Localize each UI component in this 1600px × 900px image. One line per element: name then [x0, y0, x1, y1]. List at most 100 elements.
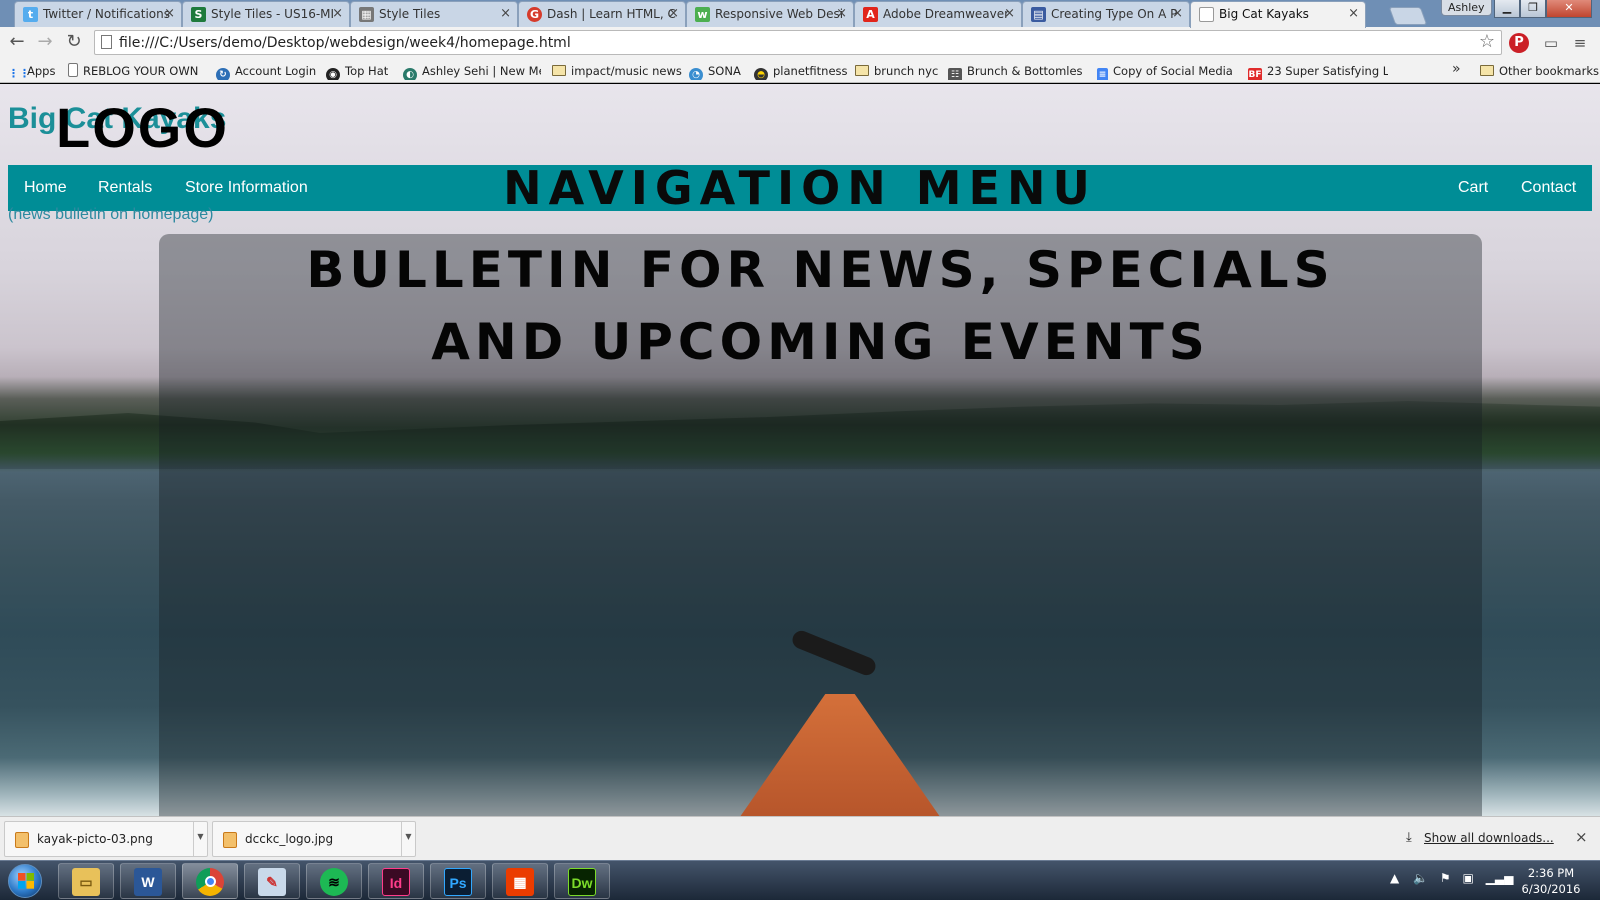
pinterest-icon[interactable]: P [1509, 33, 1529, 53]
new-tab-button[interactable] [1388, 7, 1428, 25]
address-bar[interactable]: ☆ [94, 30, 1502, 55]
taskbar-word[interactable]: W [120, 863, 176, 899]
close-icon[interactable]: × [1348, 2, 1359, 26]
taskbar-spotify[interactable]: ≋ [306, 863, 362, 899]
system-tray: ▲ 🔈 ⚑ ▣ ▁▃▅ [1390, 871, 1513, 885]
tab-twitter[interactable]: t Twitter / Notifications × [14, 1, 182, 27]
download-icon: ⤓ [1406, 830, 1412, 845]
tab-label: Responsive Web Desi [715, 7, 844, 21]
close-icon[interactable]: × [500, 2, 511, 26]
folder-icon [855, 65, 869, 76]
nav-contact[interactable]: Contact [1521, 165, 1576, 211]
address-input[interactable] [119, 32, 1449, 53]
close-icon[interactable]: × [836, 2, 847, 26]
type-icon: ▤ [1031, 7, 1046, 22]
bookmark-reblog[interactable]: REBLOG YOUR OWN [68, 62, 206, 80]
image-file-icon [15, 832, 29, 848]
start-button[interactable] [8, 864, 42, 898]
close-icon[interactable]: × [332, 2, 343, 26]
tab-style-tiles-us16[interactable]: S Style Tiles - US16-MI × [182, 1, 350, 27]
close-icon[interactable]: × [164, 2, 175, 26]
show-all-downloads-link[interactable]: ⤓ Show all downloads... [1406, 830, 1554, 845]
chrome-icon [196, 868, 224, 896]
tab-style-tiles[interactable]: ▦ Style Tiles × [350, 1, 518, 27]
login-icon: ↻ [216, 68, 230, 80]
taskbar-explorer[interactable]: ▭ [58, 863, 114, 899]
volume-icon[interactable]: 🔈 [1413, 871, 1428, 885]
tophat-icon: ◉ [326, 68, 340, 80]
page-icon [1199, 7, 1214, 22]
bookmark-top-hat[interactable]: ◉ Top Hat [326, 62, 388, 80]
tab-creating-type[interactable]: ▤ Creating Type On A P × [1022, 1, 1190, 27]
taskbar-photoshop[interactable]: Ps [430, 863, 486, 899]
folder-icon [552, 65, 566, 76]
download-item[interactable]: kayak-picto-03.png ▼ [4, 821, 208, 857]
navigation-bar: NAVIGATION MENU Home Rentals Store Infor… [8, 161, 1592, 215]
close-icon[interactable]: × [1172, 2, 1183, 26]
nav-home[interactable]: Home [24, 165, 67, 211]
grid-icon: ▦ [359, 7, 374, 22]
tab-big-cat-kayaks[interactable]: Big Cat Kayaks × [1190, 1, 1366, 28]
taskbar-indesign[interactable]: Id [368, 863, 424, 899]
chevron-down-icon[interactable]: ▼ [193, 822, 207, 856]
tab-responsive[interactable]: w Responsive Web Desi × [686, 1, 854, 27]
taskbar-clock[interactable]: 2:36 PM 6/30/2016 [1512, 865, 1590, 897]
close-icon[interactable]: × [1575, 828, 1588, 846]
cast-icon[interactable]: ▭ [1540, 32, 1562, 54]
bookmark-account-login[interactable]: ↻ Account Login [216, 62, 316, 80]
image-file-icon [223, 832, 237, 848]
download-item[interactable]: dcckc_logo.jpg ▼ [212, 821, 416, 857]
network-signal-icon[interactable]: ▁▃▅ [1486, 871, 1514, 885]
menu-icon[interactable]: ≡ [1569, 32, 1591, 54]
bulletin-heading: BULLETIN FOR NEWS, SPECIALS AND UPCOMING… [159, 234, 1482, 378]
dreamweaver-icon: Dw [568, 868, 596, 896]
tab-label: Style Tiles [379, 7, 441, 21]
bookmark-impact-music[interactable]: impact/music news [552, 62, 682, 80]
bookmark-star-icon[interactable]: ☆ [1479, 31, 1495, 53]
taskbar-paint[interactable]: ✎ [244, 863, 300, 899]
word-icon: W [134, 868, 162, 896]
tray-expand-icon[interactable]: ▲ [1390, 871, 1399, 885]
nav-rentals[interactable]: Rentals [98, 165, 152, 211]
bookmark-other[interactable]: Other bookmarks [1480, 62, 1599, 80]
more-bookmarks-chevron[interactable]: » [1452, 61, 1461, 77]
nav-store-information[interactable]: Store Information [185, 165, 308, 211]
taskbar-office[interactable]: ▦ [492, 863, 548, 899]
close-icon[interactable]: × [668, 2, 679, 26]
download-filename: kayak-picto-03.png [37, 832, 153, 846]
bookmark-copy-social[interactable]: ≡ Copy of Social Media [1097, 62, 1235, 80]
device-icon[interactable]: ▣ [1462, 871, 1473, 885]
bookmark-ashley-sehi[interactable]: ◐ Ashley Sehi | New Me [403, 62, 541, 80]
download-filename: dcckc_logo.jpg [245, 832, 334, 846]
tab-dash[interactable]: G Dash | Learn HTML, C × [518, 1, 686, 27]
close-window-button[interactable]: ✕ [1546, 0, 1592, 18]
globe-icon: ◐ [403, 68, 417, 80]
bookmark-23-super[interactable]: BF 23 Super Satisfying Lo [1248, 62, 1388, 80]
bookmark-sona[interactable]: ◔ SONA [689, 62, 741, 80]
minimize-button[interactable]: ▁ [1494, 0, 1520, 18]
reload-icon[interactable]: ↻ [62, 31, 86, 55]
profile-button[interactable]: Ashley [1441, 0, 1492, 16]
taskbar-chrome[interactable] [182, 863, 238, 899]
paint-icon: ✎ [258, 868, 286, 896]
tab-label: Creating Type On A P [1051, 7, 1178, 21]
back-icon[interactable]: ← [5, 31, 29, 55]
flag-icon[interactable]: ⚑ [1440, 871, 1451, 885]
bulletin-line-2: AND UPCOMING EVENTS [431, 313, 1210, 371]
nav-cart[interactable]: Cart [1458, 165, 1488, 211]
bookmark-apps[interactable]: ⋮⋮Apps [8, 62, 55, 80]
folder-icon: ▭ [72, 868, 100, 896]
forward-icon[interactable]: → [33, 31, 57, 55]
doc-icon: ≡ [1097, 68, 1108, 80]
bookmark-brunch-bottomless[interactable]: ☷ Brunch & Bottomless [948, 62, 1082, 80]
chevron-down-icon[interactable]: ▼ [401, 822, 415, 856]
restore-button[interactable]: ❐ [1520, 0, 1546, 18]
close-icon[interactable]: × [1004, 2, 1015, 26]
taskbar-dreamweaver[interactable]: Dw [554, 863, 610, 899]
logo-placeholder: LOGO [56, 96, 229, 159]
bookmark-brunch-nyc[interactable]: brunch nyc [855, 62, 938, 80]
download-shelf: kayak-picto-03.png ▼ dcckc_logo.jpg ▼ ⤓ … [0, 816, 1600, 860]
rwd-icon: w [695, 7, 710, 22]
tab-dreamweaver[interactable]: A Adobe Dreamweaver × [854, 1, 1022, 27]
bookmark-planetfitness[interactable]: ◓ planetfitness [754, 62, 848, 80]
